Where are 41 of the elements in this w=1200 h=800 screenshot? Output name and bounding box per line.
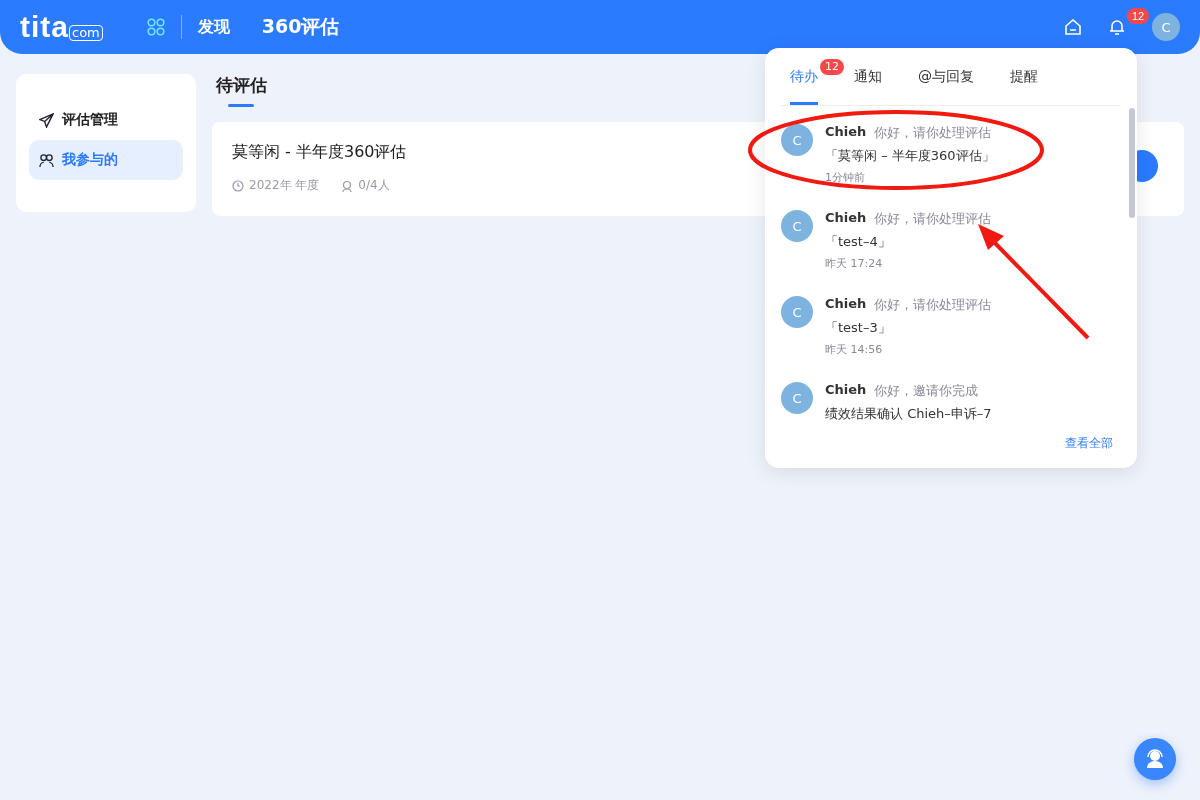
title-underline: [228, 104, 254, 107]
message-time: 昨天 14:56: [825, 342, 884, 357]
send-icon: [39, 112, 54, 128]
message-subject[interactable]: 「莫等闲 – 半年度360评估」: [825, 147, 995, 165]
message-text: 你好，请你处理评估: [874, 124, 992, 142]
sender-name: Chieh: [825, 382, 867, 399]
message-text: 你好，请你处理评估: [874, 296, 992, 314]
people-icon: [39, 152, 54, 168]
view-all-link[interactable]: 查看全部: [1065, 435, 1113, 452]
tab-badge: 12: [820, 59, 844, 75]
message-time: 昨天 17:24: [825, 256, 884, 271]
clock-icon: [232, 179, 244, 192]
home-icon[interactable]: [1064, 18, 1082, 36]
popup-tab[interactable]: 提醒: [1010, 68, 1038, 105]
nav-link[interactable]: 发现: [197, 16, 230, 38]
sender-name: Chieh: [825, 296, 867, 313]
message-subject[interactable]: 「test–4」: [825, 233, 891, 251]
sender-avatar: C: [781, 382, 813, 414]
nav-link[interactable]: 360评估: [261, 14, 340, 40]
message-subject[interactable]: 「test–3」: [825, 319, 891, 337]
card-title: 莫等闲 - 半年度360评估: [232, 142, 407, 163]
sidebar-item[interactable]: 评估管理: [29, 100, 183, 140]
sender-avatar: C: [781, 296, 813, 328]
apps-icon[interactable]: [146, 18, 165, 36]
sender-avatar: C: [781, 124, 813, 156]
card-period: 2022年 年度: [249, 177, 320, 194]
section-title: 待评估: [215, 74, 267, 97]
notification-badge: 12: [1127, 8, 1150, 24]
popup-tab[interactable]: @与回复: [918, 68, 974, 105]
message-subject[interactable]: 绩效结果确认 Chieh–申诉–7: [825, 405, 992, 423]
message-time: 1分钟前: [825, 170, 866, 185]
tita-logo[interactable]: tita com: [20, 10, 103, 44]
people-icon: [341, 179, 354, 192]
sender-avatar: C: [781, 210, 813, 242]
scrollbar[interactable]: [1129, 108, 1135, 218]
message-text: 你好，邀请你完成: [874, 382, 979, 400]
card-participants: 0/4人: [358, 177, 390, 194]
support-button[interactable]: [1134, 738, 1176, 780]
headset-user-icon: [1144, 748, 1166, 770]
sender-name: Chieh: [825, 124, 867, 141]
popup-tab[interactable]: 通知: [854, 68, 882, 105]
